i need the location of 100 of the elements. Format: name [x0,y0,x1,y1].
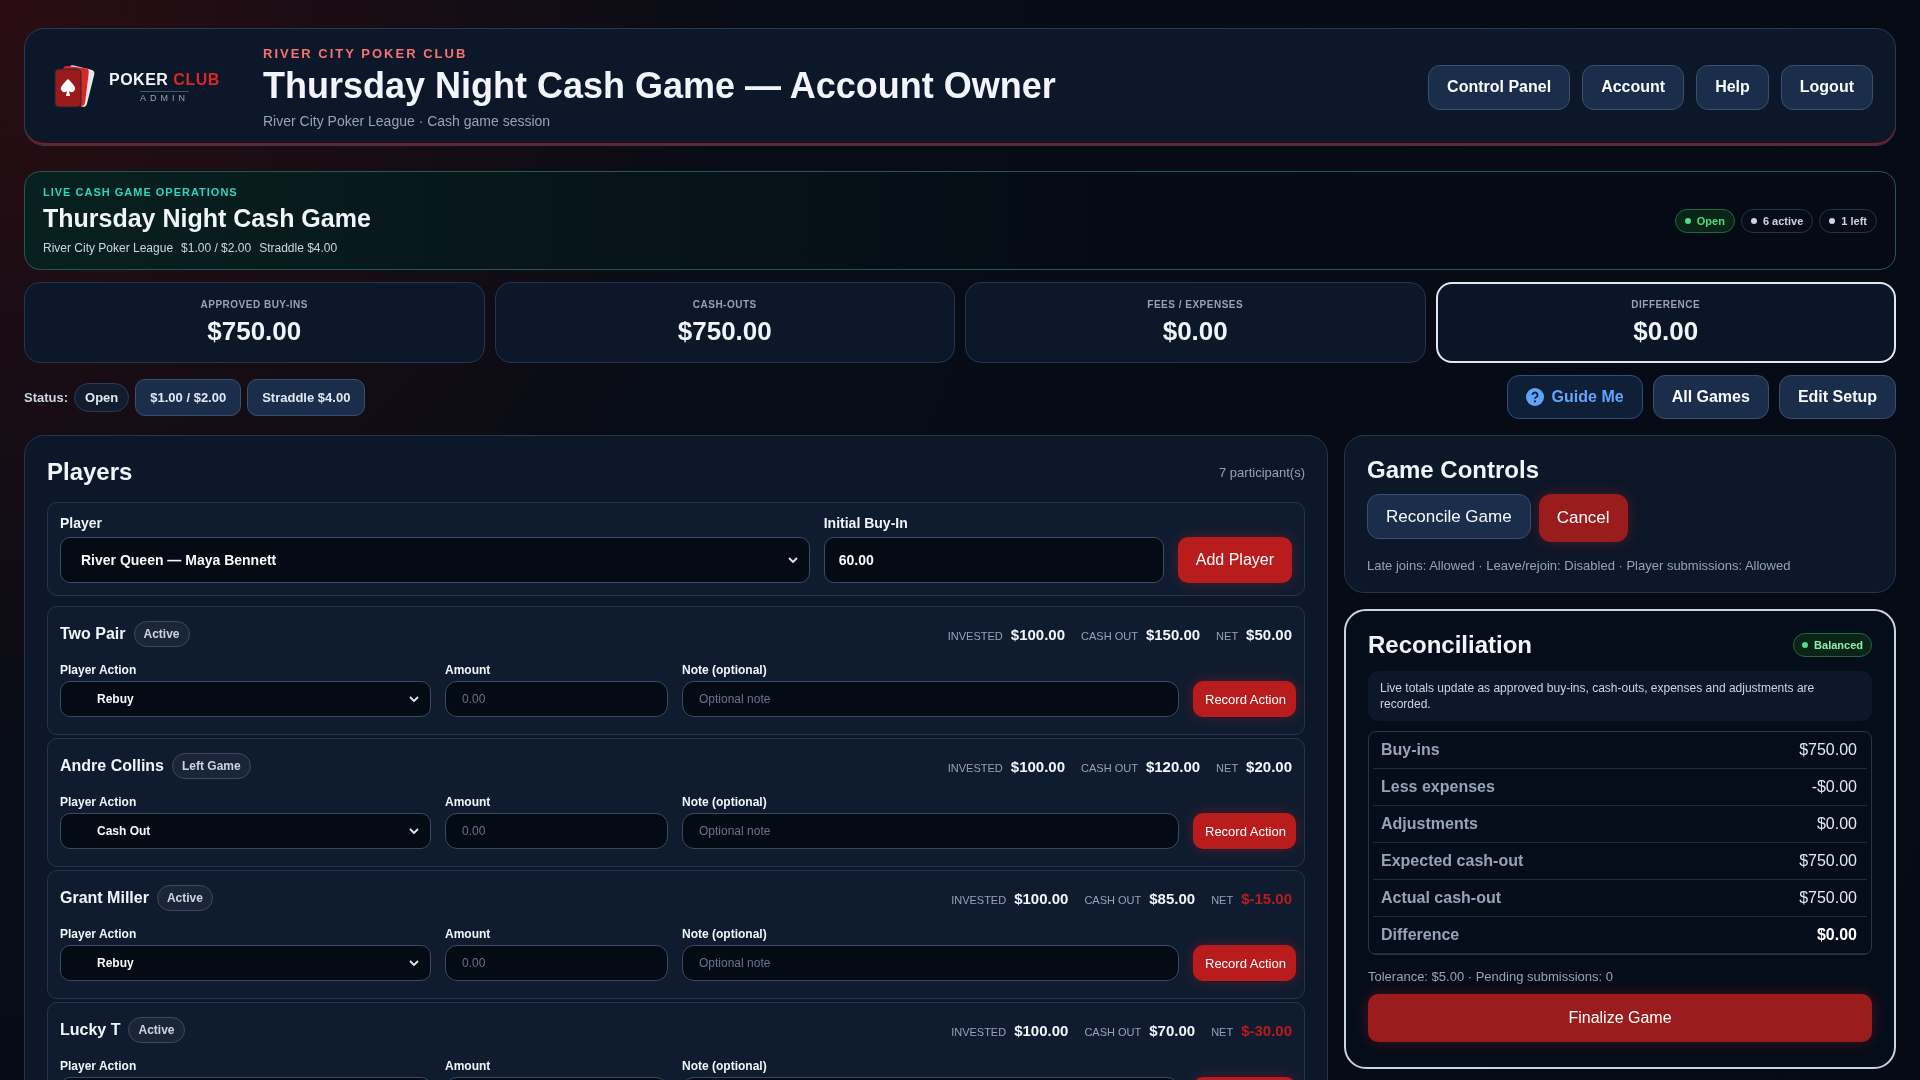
panel-title: Game Controls [1367,456,1540,483]
invested-amount: $100.00 [1014,1021,1069,1039]
stat-caption: CASH OUT [1081,761,1138,774]
toolbar-button[interactable]: Edit Setup [1778,375,1896,419]
settings-summary: Late joins: Allowed · Leave/rejoin: Disabled · Player submissions: Allowed [1367,558,1791,573]
participant-count: 7 participant(s) [1219,464,1305,480]
stat-caption: CASH OUT [1084,1025,1142,1038]
stat-caption: INVESTED [951,893,1007,906]
info-note: Live totals update as approved buy-ins, cash-outs, expenses and adjustments are recorded. [1368,671,1872,722]
table-cell-text: Difference [1380,926,1461,945]
status-chip: Straddle $4.00 [247,378,366,416]
table-cell-text: $750.00 [1798,889,1858,908]
invested-amount: $100.00 [1010,625,1066,643]
player-status: Left Game [172,753,251,779]
player-name: Grant Miller [60,889,149,907]
table-cell-text: $750.00 [1798,852,1858,871]
stat-caption: INVESTED [947,761,1003,774]
field-label: Amount [445,795,492,809]
page-title: Thursday Night Cash Game — Account Owner [263,64,1057,107]
cash-out-amount: $85.00 [1149,889,1196,907]
stat-caption: CASH OUT [1084,893,1142,906]
record-action-button[interactable]: Record Action [1193,945,1296,981]
action-select[interactable]: Rebuy [60,945,431,981]
table-cell-text: $0.00 [1815,926,1858,945]
panel-title: Reconciliation [1368,631,1533,659]
action-select[interactable]: Rebuy [60,681,431,717]
table-cell-text: $750.00 [1798,741,1858,760]
stat-caption: INVESTED [947,629,1003,642]
chevron-icon [786,554,799,566]
status-badge: Open [1674,208,1735,233]
net-amount: $20.00 [1246,757,1292,775]
field-label: Note (optional) [682,795,768,809]
table-cell-text: -$0.00 [1810,778,1858,797]
stat-value: $0.00 [1162,315,1228,347]
player-name: Andre Collins [60,757,164,775]
record-action-button[interactable]: Record Action [1193,813,1296,849]
panel-title: Players [47,458,133,486]
net-amount: $-15.00 [1241,889,1292,907]
logo-wordmark: POKER CLUB [109,71,220,89]
table-cell-text: Actual cash-out [1380,889,1502,908]
guide-button[interactable]: Guide Me [1506,375,1643,419]
page-subtitle: River City Poker League · Cash game session [263,112,552,129]
game-title: Thursday Night Cash Game [43,204,372,233]
action-select[interactable]: Cash Out [60,813,431,849]
logo-subtitle: ADMIN [139,91,189,103]
add-player-button[interactable]: Add Player [1177,537,1292,583]
player-status: Active [128,1017,185,1043]
help-icon [1525,388,1544,406]
field-label: Note (optional) [682,1059,768,1073]
invested-amount: $100.00 [1014,889,1069,907]
stat-label: DIFFERENCE [1631,298,1701,310]
stat-label: FEES / EXPENSES [1147,298,1244,310]
stat-caption: INVESTED [951,1025,1007,1038]
stat-caption: NET [1211,893,1234,906]
field-label: Player Action [60,927,138,941]
amount-field[interactable]: 0.00 [445,813,668,849]
field-label: Initial Buy-In [823,515,909,531]
status-label: Status: [24,389,69,405]
stat-value: $750.00 [677,315,772,347]
note-field[interactable]: Optional note [682,681,1179,717]
cash-out-amount: $70.00 [1149,1021,1196,1039]
game-meta: River City Poker League [43,241,174,255]
status-chip: Open [74,382,130,412]
game-meta: Straddle $4.00 [259,241,338,255]
toolbar-button[interactable]: All Games [1652,375,1769,419]
nav-button[interactable]: Logout [1780,64,1873,110]
nav-button[interactable]: Control Panel [1428,64,1571,110]
buy-in-field[interactable]: 60.00 [823,537,1164,583]
table-cell-text: Adjustments [1380,815,1479,834]
status-badge: 6 active [1740,208,1814,233]
player-status: Active [133,621,190,647]
invested-amount: $100.00 [1010,757,1066,775]
amount-field[interactable]: 0.00 [445,945,668,981]
net-amount: $-30.00 [1241,1021,1292,1039]
player-select[interactable]: River Queen — Maya Bennett [60,537,810,583]
stat-label: APPROVED BUY-INS [200,298,308,310]
stat-caption: NET [1216,761,1239,774]
cash-out-amount: $150.00 [1145,625,1201,643]
table-cell-text: Less expenses [1380,778,1496,797]
cash-out-amount: $120.00 [1145,757,1201,775]
field-label: Amount [445,927,492,941]
amount-field[interactable]: 0.00 [445,681,668,717]
note-field[interactable]: Optional note [682,813,1179,849]
net-amount: $50.00 [1246,625,1292,643]
finalize-button[interactable]: Finalize Game [1368,994,1872,1043]
field-label: Player Action [60,795,138,809]
cancel-button[interactable]: Cancel [1538,494,1628,542]
nav-button[interactable]: Account [1582,64,1685,110]
chevron-icon [408,957,420,969]
chevron-icon [408,825,420,837]
record-action-button[interactable]: Record Action [1193,681,1296,717]
player-name: Two Pair [60,625,126,643]
stat-value: $0.00 [1633,315,1699,347]
player-name: Lucky T [60,1021,121,1039]
tolerance-note: Tolerance: $5.00 · Pending submissions: 0 [1368,969,1614,985]
nav-button[interactable]: Help [1696,64,1769,110]
table-cell-text: Expected cash-out [1380,852,1525,871]
reconcile-button[interactable]: Reconcile Game [1367,494,1531,539]
field-label: Note (optional) [682,663,768,677]
note-field[interactable]: Optional note [682,945,1179,981]
